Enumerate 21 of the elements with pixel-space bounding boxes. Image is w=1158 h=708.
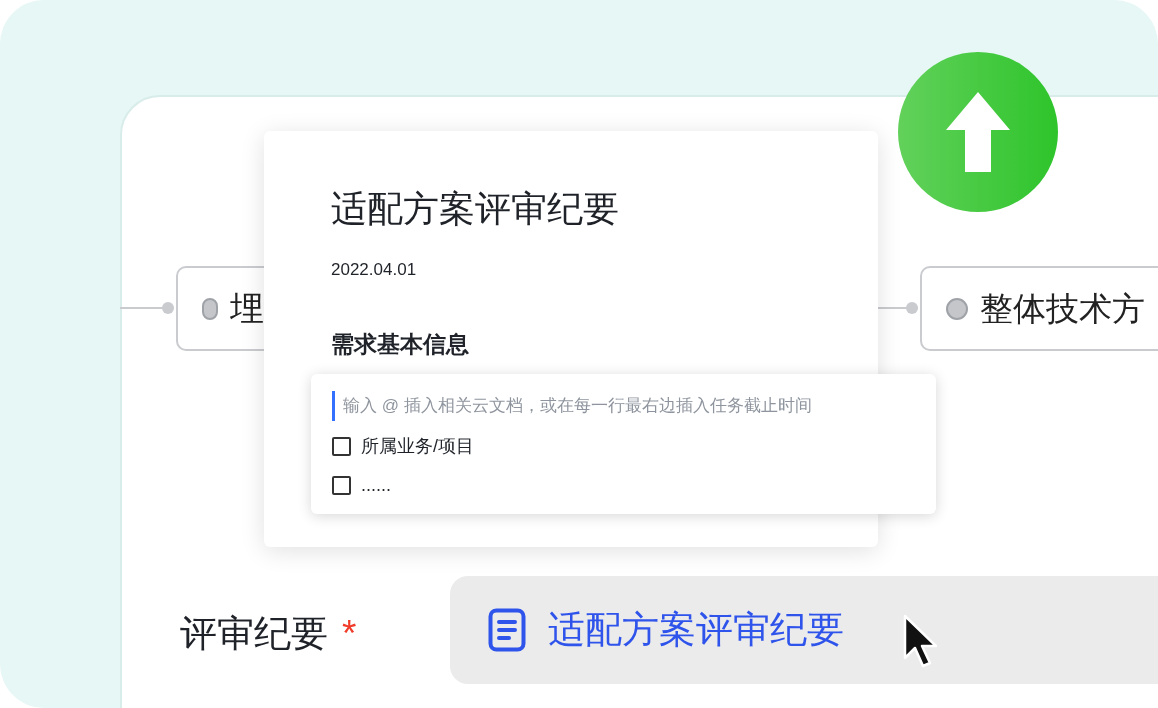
document-date: 2022.04.01 [331,259,418,281]
text-cursor-icon [332,391,335,421]
mouse-pointer-icon [903,614,939,670]
checkbox[interactable] [332,437,351,456]
mindmap-node[interactable]: 埋 [176,266,264,351]
node-label: 整体技术方 [980,288,1145,329]
checklist-label: 所属业务/项目 [361,435,474,458]
document-link-field[interactable]: 适配方案评审纪要 [450,576,1158,684]
editor-input[interactable]: 输入 @ 插入相关云文档，或在每一行最右边插入任务截止时间 [332,391,936,421]
input-placeholder: 输入 @ 插入相关云文档，或在每一行最右边插入任务截止时间 [343,395,812,418]
up-arrow-icon [946,92,1010,172]
section-heading: 需求基本信息 [331,329,470,359]
node-label: 埋 [230,288,264,329]
mindmap-node[interactable]: 整体技术方 [920,266,1158,351]
checkbox[interactable] [332,476,351,495]
document-link[interactable]: 适配方案评审纪要 [548,602,844,658]
document-title: 适配方案评审纪要 [331,187,620,231]
field-label: 评审纪要 [180,612,328,656]
document-icon [488,608,526,652]
required-mark: * [342,612,357,656]
checklist-label: ...... [361,474,391,497]
